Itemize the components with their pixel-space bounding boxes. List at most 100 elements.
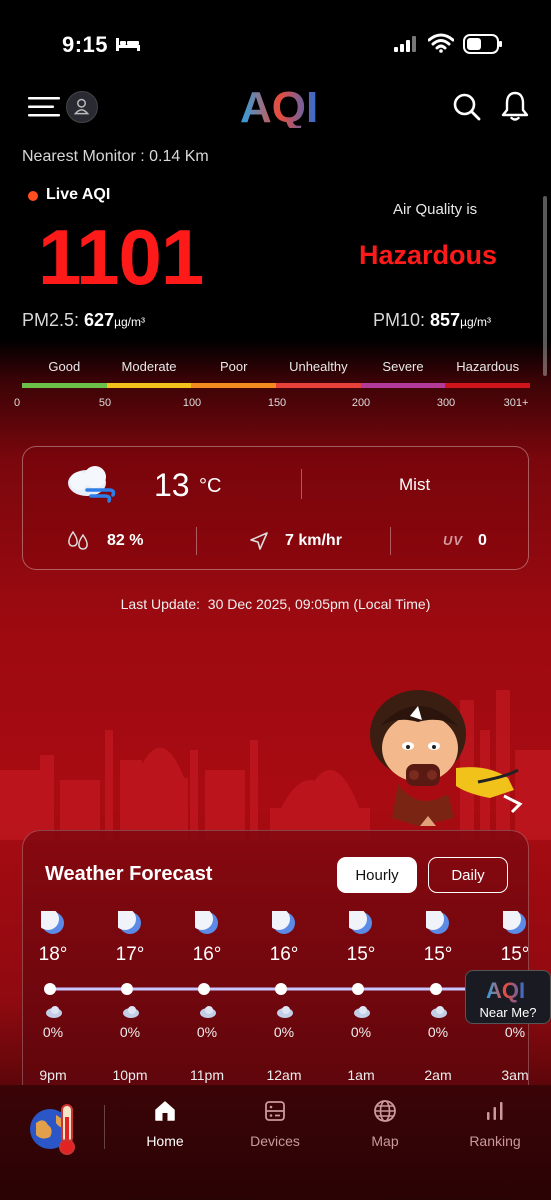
nav-ranking[interactable]: Ranking	[450, 1097, 540, 1157]
nav-ranking-label: Ranking	[469, 1133, 521, 1149]
scale-label-moderate: Moderate	[121, 359, 177, 374]
menu-icon[interactable]	[28, 94, 64, 120]
globe-thermometer-icon[interactable]	[26, 1099, 82, 1157]
pm10-value: 857	[430, 310, 461, 330]
scale-label-unhealthy: Unhealthy	[289, 359, 348, 374]
pm10-reading: PM10: 857µg/m³	[373, 310, 491, 331]
live-aqi-label: Live AQI	[46, 186, 111, 203]
battery-icon	[463, 34, 502, 54]
hour-temperature: 16°	[269, 944, 299, 965]
moon-icon	[41, 911, 64, 934]
forecast-hour-item: 16° 0% 11pm	[177, 911, 237, 1083]
rain-cloud-icon	[277, 1006, 293, 1018]
scale-tick: 301+	[503, 397, 529, 409]
search-icon[interactable]	[452, 92, 482, 122]
daily-tab-button[interactable]: Daily	[428, 857, 508, 893]
nav-map[interactable]: Map	[340, 1097, 430, 1157]
scale-label-good: Good	[48, 359, 81, 374]
scale-segment-poor	[191, 383, 277, 388]
scale-label-poor: Poor	[219, 359, 248, 374]
mascot-illustration	[370, 690, 523, 826]
scale-segment-severe	[360, 383, 446, 388]
humidity-drops-icon	[68, 530, 88, 550]
notification-bell-icon[interactable]	[500, 90, 530, 122]
pm25-label: PM2.5:	[22, 310, 80, 330]
scrollbar-thumb[interactable]	[543, 196, 547, 376]
nav-map-label: Map	[371, 1133, 399, 1149]
hour-time: 2am	[424, 1067, 452, 1083]
moon-icon	[349, 911, 372, 934]
hour-rain-chance: 0%	[196, 1024, 218, 1040]
hour-rain-chance: 0%	[119, 1024, 141, 1040]
globe-icon	[374, 1100, 396, 1122]
moon-icon	[503, 911, 526, 934]
scale-tick: 50	[98, 397, 112, 409]
aqi-value: 1101	[38, 213, 204, 301]
cellular-signal-icon	[394, 36, 416, 52]
near-me-button[interactable]: AQI Near Me?	[465, 970, 551, 1024]
live-indicator-dot	[28, 191, 38, 201]
nav-home[interactable]: Home	[120, 1097, 210, 1157]
scale-tick: 0	[13, 397, 21, 409]
last-update-label: Last Update:	[120, 596, 201, 612]
forecast-hour-item: 15° 0% 1am	[331, 911, 391, 1083]
uv-label: UV	[443, 533, 464, 548]
temperature-unit: °C	[199, 475, 222, 497]
hourly-tab-button[interactable]: Hourly	[337, 857, 417, 893]
nav-devices-label: Devices	[250, 1133, 300, 1149]
current-weather-card: 13 °C Mist 82 % 7 km/hr UV 0	[22, 446, 529, 570]
nearest-monitor-distance: Nearest Monitor : 0.14 Km	[22, 148, 209, 165]
pm25-unit: µg/m³	[114, 315, 146, 329]
sleep-focus-icon	[116, 38, 140, 51]
near-me-logo-text: AQI	[486, 978, 525, 1003]
hour-time: 1am	[347, 1067, 375, 1083]
profile-avatar-button[interactable]	[66, 91, 98, 123]
hour-time: 12am	[266, 1067, 302, 1083]
aqi-scale-ticks: 0 50 100 150 200 300 301+	[0, 397, 551, 411]
wifi-icon	[428, 33, 454, 53]
wind-direction-icon	[250, 532, 268, 550]
user-icon	[73, 98, 90, 115]
cloud-wind-icon	[68, 466, 116, 503]
temperature-value: 13	[154, 467, 190, 503]
bottom-navigation: Home Devices Map Ranking	[0, 1085, 551, 1200]
forecast-title: Weather Forecast	[45, 863, 213, 885]
aqi-scale-labels: Good Moderate Poor Unhealthy Severe Haza…	[22, 359, 530, 377]
moon-icon	[426, 911, 449, 934]
moon-icon	[118, 911, 141, 934]
last-update: Last Update: 30 Dec 2025, 09:05pm (Local…	[0, 596, 551, 612]
hour-time: 10pm	[112, 1067, 148, 1083]
hour-temperature: 15°	[346, 944, 376, 965]
status-time: 9:15	[62, 32, 109, 57]
hour-rain-chance: 0%	[42, 1024, 64, 1040]
nav-divider	[104, 1105, 105, 1149]
weather-condition: Mist	[399, 475, 431, 494]
air-quality-status: Hazardous	[359, 240, 498, 270]
pm25-value: 627	[84, 310, 115, 330]
forecast-hour-item: 17° 0% 10pm	[100, 911, 160, 1083]
hour-rain-chance: 0%	[350, 1024, 372, 1040]
aqi-scale-bar	[22, 383, 531, 388]
scale-label-hazardous: Hazardous	[456, 359, 520, 374]
rain-cloud-icon	[431, 1006, 447, 1018]
forecast-hour-item: 16° 0% 12am	[254, 911, 314, 1083]
uv-value: 0	[478, 532, 487, 549]
hour-time: 11pm	[190, 1067, 224, 1083]
scale-tick: 100	[182, 397, 202, 409]
card-divider	[301, 469, 302, 499]
rain-cloud-icon	[46, 1006, 62, 1018]
scale-segment-unhealthy	[276, 383, 361, 388]
scale-label-severe: Severe	[382, 359, 424, 374]
status-bar: 9:15	[0, 0, 551, 80]
card-divider	[196, 527, 197, 555]
hour-rain-chance: 0%	[427, 1024, 449, 1040]
humidity-value: 82 %	[107, 532, 144, 549]
hour-time: 3am	[501, 1067, 529, 1083]
nav-devices[interactable]: Devices	[230, 1097, 320, 1157]
aqi-logo: AQI	[238, 82, 328, 132]
pm25-reading: PM2.5: 627µg/m³	[22, 310, 145, 331]
card-divider	[390, 527, 391, 555]
wind-speed-value: 7 km/hr	[285, 532, 342, 549]
air-quality-label: Air Quality is	[393, 201, 478, 218]
near-me-label: Near Me?	[479, 1005, 537, 1020]
